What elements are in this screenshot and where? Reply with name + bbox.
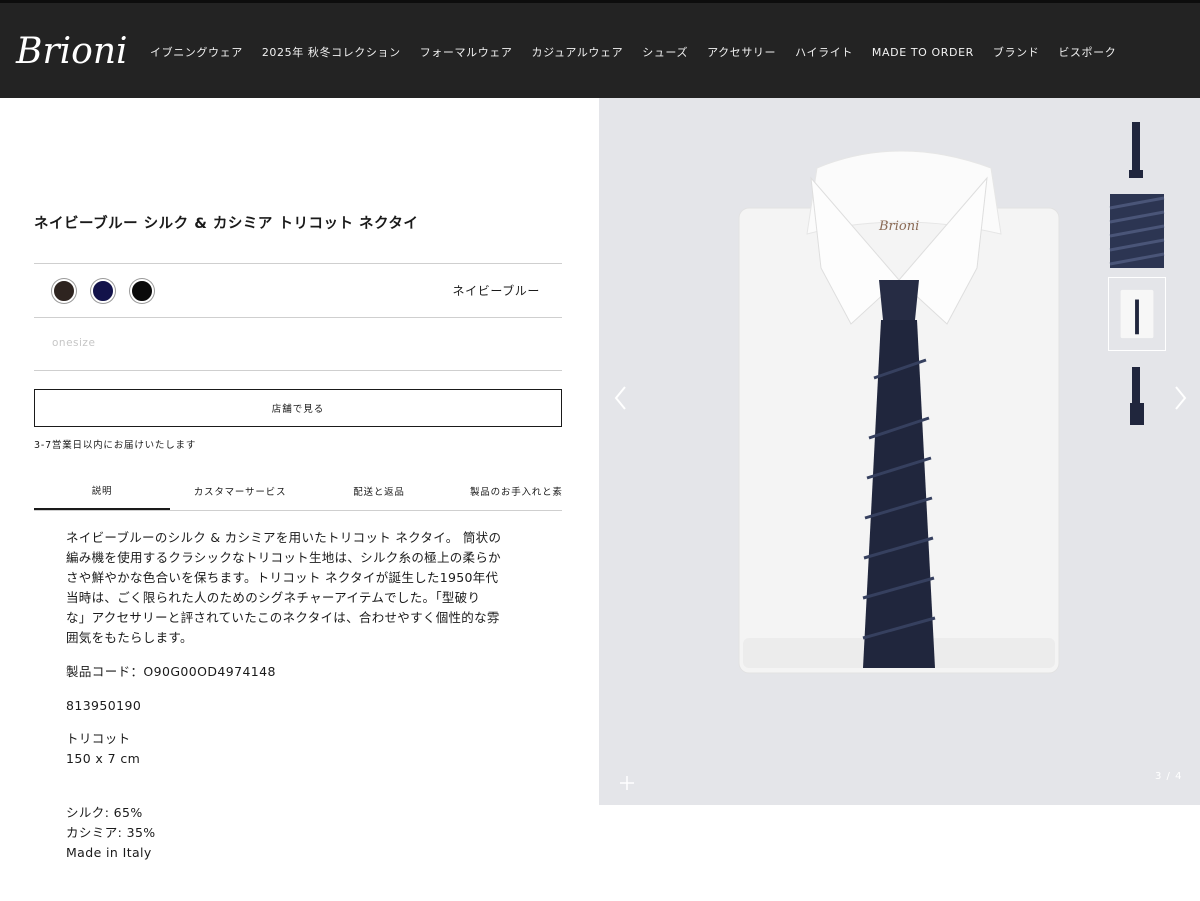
color-swatches [52, 279, 169, 303]
nav-item-highlights[interactable]: ハイライト [795, 44, 853, 60]
description-line: 当時は、ごく限られた人のためのシグネチャーアイテムでした。「型破り [66, 590, 481, 605]
nav-item-evening-wear[interactable]: イブニングウェア [150, 44, 243, 60]
product-origin: Made in Italy [66, 845, 152, 860]
main-nav: イブニングウェア 2025年 秋冬コレクション フォーマルウェア カジュアルウェ… [150, 3, 1135, 101]
delivery-note: 3-7営業日以内にお届けいたします [34, 440, 197, 451]
nav-item-made-to-order[interactable]: MADE TO ORDER [872, 46, 974, 59]
thumbnail-shirt-and-tie[interactable] [1108, 277, 1166, 351]
description-line: 囲気をもたらします。 [66, 630, 193, 645]
description-line: ネイビーブルーのシルク & カシミアを用いたトリコット ネクタイ。 筒状の [66, 530, 502, 545]
nav-item-2025-fw-collection[interactable]: 2025年 秋冬コレクション [262, 44, 401, 60]
product-dimensions: 150 x 7 cm [66, 751, 141, 766]
product-image-gallery: Brioni 3 / 4 [599, 98, 1200, 805]
divider [34, 263, 562, 264]
top-navigation-bar: Brioni イブニングウェア 2025年 秋冬コレクション フォーマルウェア … [0, 0, 1200, 98]
nav-item-bespoke[interactable]: ビスポーク [1058, 44, 1116, 60]
tab-description[interactable]: 説明 [34, 472, 170, 510]
image-counter: 3 / 4 [1155, 771, 1183, 782]
color-swatch-black[interactable] [130, 279, 154, 303]
product-sku: 813950190 [66, 698, 142, 713]
product-code: 製品コード：O90G00OD4974148 [66, 664, 276, 679]
svg-text:Brioni: Brioni [15, 31, 126, 72]
nav-item-shoes[interactable]: シューズ [642, 44, 688, 60]
view-in-store-button[interactable]: 店舗で見る [34, 389, 562, 427]
selected-color-name: ネイビーブルー [452, 284, 540, 298]
composition-silk: シルク: 65% [66, 805, 143, 820]
next-image-arrow[interactable] [1170, 383, 1190, 413]
tab-shipping-returns[interactable]: 配送と返品 [310, 472, 448, 510]
tab-customer-service[interactable]: カスタマーサービス [170, 472, 310, 510]
thumbnail-fabric-closeup[interactable] [1108, 194, 1166, 268]
color-swatch-navy[interactable] [91, 279, 115, 303]
description-line: 編み機を使用するクラシックなトリコット生地は、シルク糸の極上の柔らか [66, 550, 501, 565]
divider [34, 317, 562, 318]
nav-item-accessories[interactable]: アクセサリー [707, 44, 776, 60]
tab-product-care[interactable]: 製品のお手入れと素 [448, 472, 562, 510]
brioni-logo[interactable]: Brioni [14, 25, 126, 77]
previous-image-arrow[interactable] [611, 383, 631, 413]
nav-item-formal-wear[interactable]: フォーマルウェア [420, 44, 513, 60]
divider [34, 370, 562, 371]
composition-cashmere: カシミア: 35% [66, 825, 156, 840]
description-line: さや鮮やかな色合いを保ちます。トリコット ネクタイが誕生した1950年代 [66, 570, 499, 585]
description-line: な」アクセサリーと評されていたこのネクタイは、合わせやすく個性的な雰 [66, 610, 500, 625]
nav-item-casual-wear[interactable]: カジュアルウェア [532, 44, 624, 60]
product-title: ネイビーブルー シルク & カシミア トリコット ネクタイ [34, 216, 419, 232]
product-image-shirt-and-tie[interactable]: Brioni [729, 138, 1069, 698]
product-fabric: トリコット [66, 731, 131, 746]
color-swatch-brown[interactable] [52, 279, 76, 303]
thumbnail-tie-back[interactable] [1108, 363, 1166, 437]
product-info-tabs: 説明 カスタマーサービス 配送と返品 製品のお手入れと素 [34, 472, 562, 511]
thumbnail-tie-front[interactable] [1108, 118, 1166, 192]
svg-text:Brioni: Brioni [878, 219, 919, 234]
product-description: ネイビーブルーのシルク & カシミアを用いたトリコット ネクタイ。 筒状の 編み… [66, 528, 530, 648]
nav-item-brand[interactable]: ブランド [993, 44, 1039, 60]
zoom-plus-icon[interactable] [618, 774, 636, 792]
size-selector[interactable]: onesize [52, 337, 95, 349]
